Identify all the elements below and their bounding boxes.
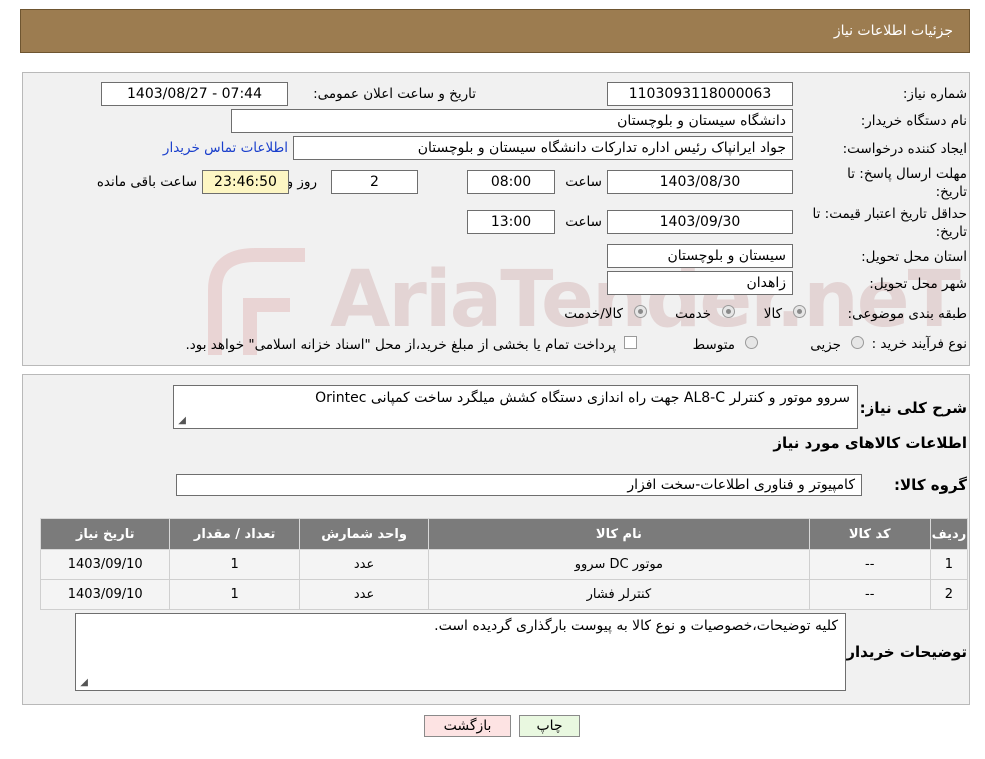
validity-time-field: 13:00 [467,210,555,234]
creator-field: جواد ایرانپاک رئیس اداره تدارکات دانشگاه… [293,136,793,160]
cell-unit: عدد [298,579,430,610]
buyer-notes-text: کلیه توضیحات،خصوصیات و نوع کالا به پیوست… [434,618,838,634]
cell-name: موتور DC سروو [428,549,810,580]
remaining-time-field: 23:46:50 [202,170,289,194]
category-radio-goods-service[interactable] [634,305,647,318]
col-unit: واحد شمارش [298,518,430,550]
buyer-notes-textarea: کلیه توضیحات،خصوصیات و نوع کالا به پیوست… [75,613,846,691]
category-option-goods: کالا [763,306,782,322]
days-field: 2 [331,170,418,194]
need-number-label: شماره نیاز: [902,86,967,102]
col-qty: تعداد / مقدار [169,518,300,550]
table-row: 2 -- کنترلر فشار عدد 1 1403/09/10 [39,579,969,610]
page-title: جزئیات اطلاعات نیاز [833,23,953,39]
buyer-org-label: نام دستگاه خریدار: [860,113,967,129]
col-date: تاریخ نیاز [39,518,171,550]
announce-field: 1403/08/27 - 07:44 [101,82,288,106]
validity-date-field: 1403/09/30 [607,210,793,234]
cell-row: 2 [929,579,969,610]
purchase-radio-medium[interactable] [745,336,758,349]
buyer-notes-label: توضیحات خریدار: [840,643,967,661]
cell-name: کنترلر فشار [428,579,810,610]
purchase-type-label: نوع فرآیند خرید : [871,336,967,352]
goods-group-label: گروه کالا: [894,476,967,494]
print-button[interactable]: چاپ [519,715,580,737]
validity-label-line1: حداقل تاریخ اعتبار قیمت: تا [812,206,967,222]
treasury-checkbox[interactable] [624,336,637,349]
watermark-text: AriaTender.neT [330,255,961,345]
deadline-time-label: ساعت [565,174,602,190]
validity-time-label: ساعت [565,214,602,230]
purchase-option-minor: جزیی [810,337,841,353]
deadline-label-line2: تاریخ: [935,184,967,200]
buyer-contact-link[interactable]: اطلاعات تماس خریدار [163,140,288,156]
summary-text: سروو موتور و کنترلر AL8-C جهت راه اندازی… [315,390,850,406]
cell-qty: 1 [169,579,300,610]
validity-label-line2: تاریخ: [935,224,967,240]
purchase-radio-minor[interactable] [851,336,864,349]
purchase-option-medium: متوسط [692,337,735,353]
page-header: جزئیات اطلاعات نیاز [20,9,970,53]
city-field: زاهدان [607,271,793,295]
cell-code: -- [808,579,931,610]
category-option-goods-service: کالا/خدمت [564,306,623,322]
buyer-org-field: دانشگاه سیستان و بلوچستان [231,109,793,133]
col-code: کد کالا [808,518,931,550]
province-label: استان محل تحویل: [861,249,967,265]
col-row: ردیف [929,518,969,550]
summary-label: شرح کلی نیاز: [859,399,967,417]
cell-date: 1403/09/10 [39,549,171,580]
category-label: طبقه بندی موضوعی: [847,306,967,322]
col-name: نام کالا [428,518,810,550]
resize-grip-icon[interactable]: ◢ [176,416,186,426]
deadline-time-field: 08:00 [467,170,555,194]
days-label: روز و [286,174,317,190]
treasury-note: پرداخت تمام یا بخشی از مبلغ خرید،از محل … [185,337,616,353]
deadline-label-line1: مهلت ارسال پاسخ: تا [847,166,967,182]
cell-qty: 1 [169,549,300,580]
category-radio-service[interactable] [722,305,735,318]
resize-grip-icon[interactable]: ◢ [78,678,88,688]
category-option-service: خدمت [675,306,711,322]
cell-unit: عدد [298,549,430,580]
city-label: شهر محل تحویل: [869,276,967,292]
table-row: 1 -- موتور DC سروو عدد 1 1403/09/10 [39,549,969,580]
goods-info-title: اطلاعات کالاهای مورد نیاز [773,434,967,452]
category-radio-goods[interactable] [793,305,806,318]
summary-textarea: سروو موتور و کنترلر AL8-C جهت راه اندازی… [173,385,858,429]
creator-label: ایجاد کننده درخواست: [842,141,967,157]
cell-row: 1 [929,549,969,580]
announce-label: تاریخ و ساعت اعلان عمومی: [313,86,476,102]
province-field: سیستان و بلوچستان [607,244,793,268]
goods-table: ردیف کد کالا نام کالا واحد شمارش تعداد /… [39,518,969,610]
back-button[interactable]: بازگشت [424,715,511,737]
cell-code: -- [808,549,931,580]
deadline-date-field: 1403/08/30 [607,170,793,194]
remaining-label: ساعت باقی مانده [96,174,197,190]
goods-table-header: ردیف کد کالا نام کالا واحد شمارش تعداد /… [39,518,969,550]
cell-date: 1403/09/10 [39,579,171,610]
goods-group-field: کامپیوتر و فناوری اطلاعات-سخت افزار [176,474,862,496]
need-number-field: 1103093118000063 [607,82,793,106]
